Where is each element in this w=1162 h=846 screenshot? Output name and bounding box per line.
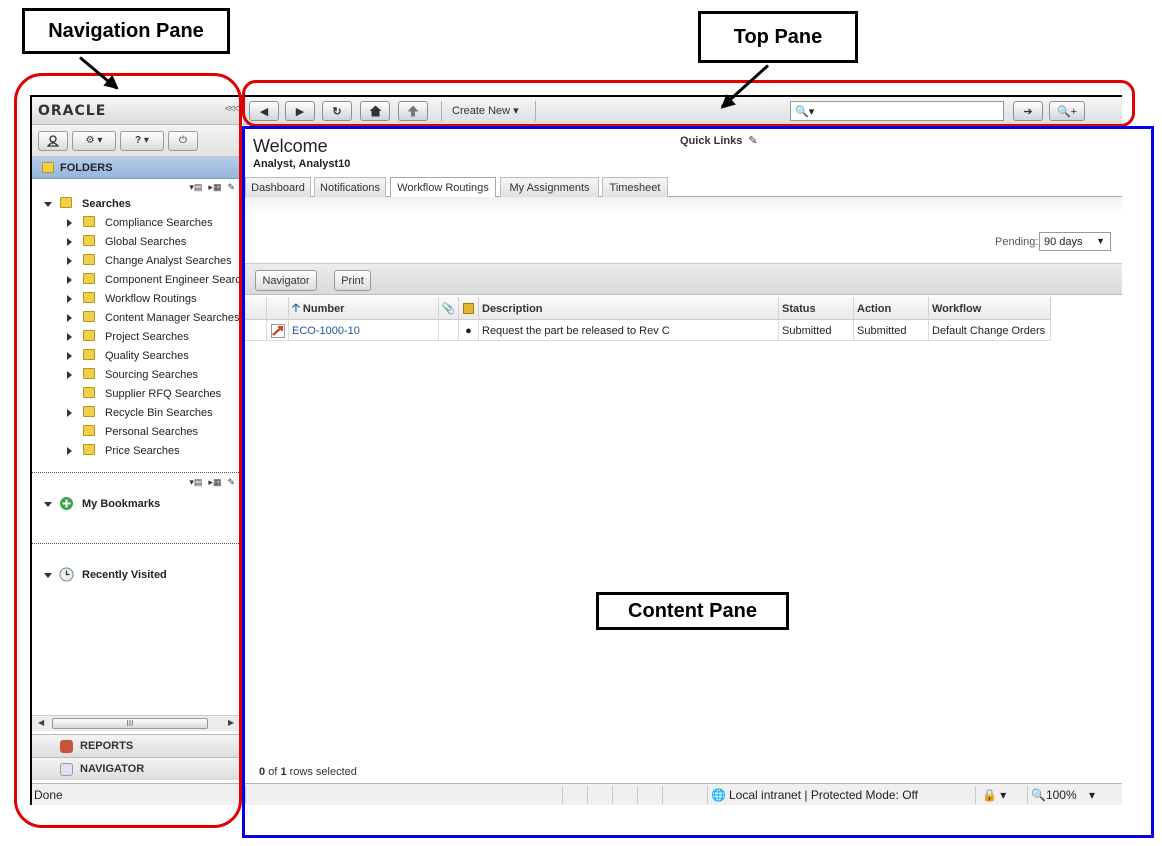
content-pane-outline xyxy=(242,126,1154,838)
content-pane-callout-label: Content Pane xyxy=(628,599,757,622)
navigation-pane-outline xyxy=(14,73,242,828)
content-pane-callout: Content Pane xyxy=(596,592,789,630)
navigation-pane-callout-label: Navigation Pane xyxy=(48,19,204,42)
top-pane-outline xyxy=(242,80,1135,127)
top-pane-callout-label: Top Pane xyxy=(733,25,823,48)
navigation-pane-callout: Navigation Pane xyxy=(22,8,230,54)
top-pane-callout: Top Pane xyxy=(698,11,858,63)
